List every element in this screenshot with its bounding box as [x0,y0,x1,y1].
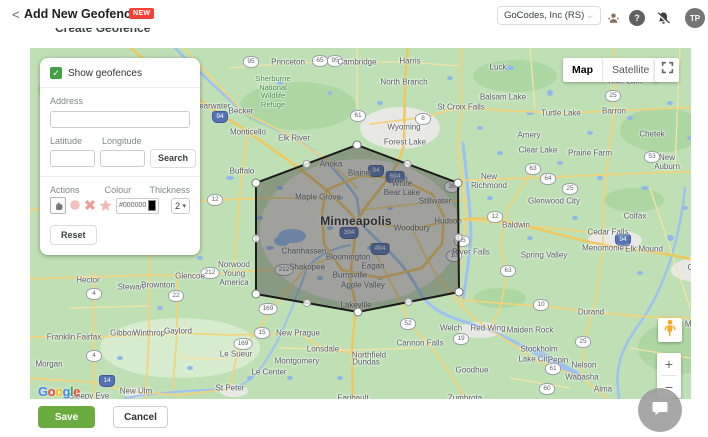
satellite-type-button[interactable]: Satellite [603,58,658,82]
geofence-midpoint-handle[interactable] [253,235,260,242]
geofence-midpoint-handle[interactable] [304,300,311,307]
chat-widget-button[interactable] [638,388,682,432]
show-geofences-checkbox[interactable]: ✓ [50,67,62,79]
circle-tool-button[interactable] [68,198,81,212]
geofence-vertex-handle[interactable] [252,290,260,298]
longitude-label: Longitude [102,136,149,146]
chevron-down-icon: ⌄ [586,13,594,19]
colour-swatch[interactable] [148,200,156,211]
geofence-vertex-handle[interactable] [353,141,361,149]
notifications-off-icon[interactable] [655,10,671,26]
latitude-label: Latitude [50,136,97,146]
save-button[interactable]: Save [38,406,95,428]
back-icon[interactable]: < [12,7,20,22]
google-logo-letter: G [38,384,48,399]
geofence-vertex-handle[interactable] [454,179,462,187]
google-logo-letter: o [48,384,55,399]
map-type-control: Map Satellite [563,58,658,82]
pegman-icon [663,319,677,342]
thickness-value: 2 [175,201,180,211]
geofence-midpoint-handle[interactable] [303,161,310,168]
cancel-button[interactable]: Cancel [113,406,168,428]
geofence-vertex-handle[interactable] [252,179,260,187]
geofence-vertex-handle[interactable] [354,308,362,316]
address-label: Address [50,96,190,106]
top-header: < Add New Geofence NEW GoCodes, Inc (RS)… [0,0,708,28]
colour-value: #000000 [119,202,146,209]
actions-label: Actions [50,185,105,195]
latitude-input[interactable] [50,150,95,167]
geofence-polygon[interactable] [256,145,459,312]
colour-label: Colour [105,185,150,195]
star-tool-button[interactable] [99,198,112,212]
longitude-input[interactable] [100,150,145,167]
pegman-control[interactable] [658,318,682,342]
delete-vertex-tool-button[interactable] [83,198,96,212]
org-select-value: GoCodes, Inc (RS) [504,10,584,21]
google-logo[interactable]: Google [38,384,80,399]
google-logo-letter: g [63,384,70,399]
thickness-select[interactable]: 2 ▾ [171,198,190,214]
users-icon[interactable] [605,10,621,26]
google-logo-letter: e [73,384,80,399]
fullscreen-button[interactable] [655,58,679,82]
reset-button[interactable]: Reset [50,225,97,245]
org-select[interactable]: GoCodes, Inc (RS) ⌄ [497,6,601,25]
hand-tool-button[interactable] [50,197,66,214]
google-logo-letter: o [55,384,62,399]
page-title: Add New Geofence [24,7,138,21]
thickness-label: Thickness [149,185,190,195]
zoom-in-button[interactable]: + [657,353,681,375]
new-badge: NEW [129,8,154,19]
help-icon[interactable]: ? [629,10,645,26]
colour-input[interactable]: #000000 [116,198,159,214]
map-type-button[interactable]: Map [563,58,602,82]
avatar[interactable]: TP [685,8,705,28]
geofence-midpoint-handle[interactable] [404,161,411,168]
fullscreen-icon [661,61,674,79]
geofence-midpoint-handle[interactable] [455,234,462,241]
geofence-midpoint-handle[interactable] [405,299,412,306]
geofence-vertex-handle[interactable] [455,288,463,296]
app-window: Create Geofence < Add New Geofence NEW G… [0,0,708,437]
chevron-down-icon: ▾ [182,202,186,210]
search-button[interactable]: Search [150,149,196,168]
geofence-panel: ✓ Show geofences Address Latitude Longit… [40,58,200,255]
show-geofences-label: Show geofences [68,68,142,79]
address-input[interactable] [50,111,190,128]
chat-icon [651,399,669,422]
